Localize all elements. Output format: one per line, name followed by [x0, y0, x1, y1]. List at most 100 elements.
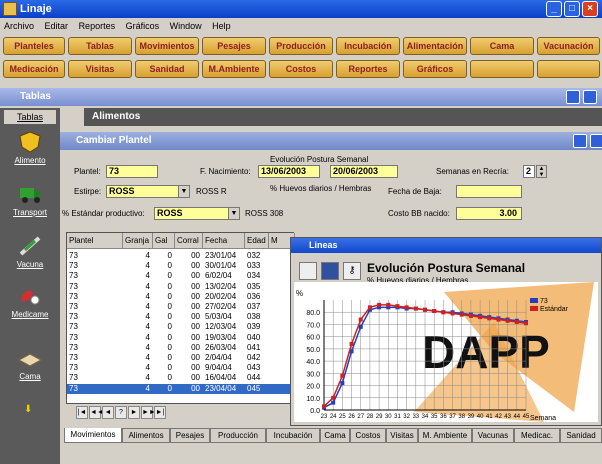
nav-button-3[interactable]: ? — [115, 406, 127, 419]
table-row[interactable]: 73 4 0 00 5/03/04 038 — [67, 312, 293, 322]
grid-header-2[interactable]: Gal — [153, 233, 175, 249]
grid-header-4[interactable]: Fecha — [203, 233, 245, 249]
movimientos-button[interactable]: Movimientos — [135, 37, 199, 55]
maximize-button[interactable]: □ — [564, 1, 580, 17]
table-cell: 00 — [191, 342, 200, 352]
tab-sanidad[interactable]: Sanidad — [560, 428, 602, 443]
menu-editar[interactable]: Editar — [45, 21, 69, 31]
costo-field[interactable]: 3.00 — [456, 207, 522, 220]
fnac-field[interactable]: 13/06/2003 — [258, 165, 320, 178]
table-row[interactable]: 73 4 0 00 19/03/04 040 — [67, 333, 293, 343]
estandar-combo[interactable]: ROSS ▼ — [154, 207, 240, 220]
table-row[interactable]: 73 4 0 00 23/01/04 032 — [67, 251, 293, 261]
grid-header-3[interactable]: Corral — [175, 233, 203, 249]
left-item-vacuna[interactable]: Vacuna — [0, 234, 60, 278]
left-item-alimento[interactable]: Alimento — [0, 130, 60, 174]
table-row[interactable]: 73 4 0 00 16/04/04 044 — [67, 373, 293, 383]
nav-button-6[interactable]: ►| — [154, 406, 166, 419]
empty-button-1[interactable] — [470, 60, 534, 78]
tab-movimientos[interactable]: Movimientos — [64, 428, 122, 443]
graficos-button[interactable]: Gráficos — [403, 60, 467, 78]
grid-header-5[interactable]: Edad — [245, 233, 269, 249]
nav-button-2[interactable]: ◄ — [102, 406, 114, 419]
alimentacion-button[interactable]: Alimentación — [403, 37, 467, 55]
tab-visitas[interactable]: Visitas — [386, 428, 418, 443]
planteles-button[interactable]: Planteles — [3, 37, 65, 55]
sanidad-button[interactable]: Sanidad — [135, 60, 199, 78]
table-cell: 16/04/04 — [205, 373, 237, 383]
left-item-transport[interactable]: Transport — [0, 182, 60, 226]
tablas-tab[interactable]: Tablas — [4, 110, 56, 124]
chevron-down-icon[interactable]: ▼ — [178, 186, 189, 197]
left-item-cama[interactable]: Cama — [0, 346, 60, 390]
tab-vacunas[interactable]: Vacunas — [472, 428, 514, 443]
plantel-field[interactable]: 73 — [106, 165, 158, 178]
table-row[interactable]: 73 4 0 00 20/02/04 036 — [67, 292, 293, 302]
chevron-down-icon[interactable]: ▼ — [228, 208, 239, 219]
table-row[interactable]: 73 4 0 00 30/01/04 033 — [67, 261, 293, 271]
tab-costos[interactable]: Costos — [350, 428, 386, 443]
m-ambiente-button[interactable]: M.Ambiente — [202, 60, 266, 78]
table-cell: 73 — [69, 271, 78, 281]
scroll-down-arrow-icon[interactable]: ⬇ — [24, 404, 32, 415]
medicacion-button[interactable]: Medicación — [3, 60, 65, 78]
tab-medicac-[interactable]: Medicac. — [514, 428, 560, 443]
cp-maximize-button[interactable] — [590, 134, 602, 148]
menu-help[interactable]: Help — [212, 21, 231, 31]
grid-header-0[interactable]: Plantel — [67, 233, 123, 249]
produccion-button[interactable]: Producción — [269, 37, 333, 55]
semanas-spinner-icon[interactable]: ▲ ▼ — [536, 165, 547, 178]
table-cell: 00 — [191, 302, 200, 311]
empty-button-2[interactable] — [537, 60, 600, 78]
fnac2-field[interactable]: 20/06/2003 — [330, 165, 398, 178]
tablas-minimize-button[interactable] — [566, 90, 580, 104]
table-row[interactable]: 73 4 0 00 9/04/04 043 — [67, 363, 293, 373]
table-row[interactable]: 73 4 0 00 6/02/04 034 — [67, 271, 293, 281]
table-row[interactable]: 73 4 0 00 12/03/04 039 — [67, 322, 293, 332]
semanas-field[interactable]: 2 — [523, 165, 535, 178]
estirpe-combo[interactable]: ROSS ▼ — [106, 185, 190, 198]
tab-cama[interactable]: Cama — [320, 428, 350, 443]
key-icon[interactable]: ⚷ — [343, 262, 361, 280]
tablas-maximize-button[interactable] — [583, 90, 597, 104]
series-point-1 — [524, 321, 528, 326]
costos-button[interactable]: Costos — [269, 60, 333, 78]
menu-reportes[interactable]: Reportes — [79, 21, 116, 31]
incubacion-button[interactable]: Incubación — [336, 37, 400, 55]
close-button[interactable]: × — [582, 1, 598, 17]
menu-archivo[interactable]: Archivo — [4, 21, 34, 31]
vacunacion-button[interactable]: Vacunación — [537, 37, 600, 55]
tab-pesajes[interactable]: Pesajes — [170, 428, 210, 443]
left-item-medicamento[interactable]: Medicame — [0, 284, 60, 328]
menu-window[interactable]: Window — [170, 21, 202, 31]
table-row[interactable]: 73 4 0 00 27/02/04 037 — [67, 302, 293, 312]
tab-producci-n[interactable]: Producción — [210, 428, 266, 443]
table-row[interactable]: 73 4 0 00 23/04/04 045 — [67, 383, 293, 394]
visitas-button[interactable]: Visitas — [68, 60, 132, 78]
postura-chart: DAPP 0.0 10.0 20.0 30.0 40.0 50.0 60.0 70.0 80.0 2… — [294, 282, 598, 422]
tablas-button[interactable]: Tablas — [68, 37, 132, 55]
nav-button-1[interactable]: ◄◄ — [89, 406, 104, 419]
tab-m-ambiente[interactable]: M. Ambiente — [418, 428, 472, 443]
table-row[interactable]: 73 4 0 00 26/03/04 041 — [67, 343, 293, 353]
toolbar-row-2: Medicación Visitas Sanidad M.Ambiente Co… — [0, 58, 602, 80]
cp-minimize-button[interactable] — [573, 134, 587, 148]
menu-graficos[interactable]: Gráficos — [126, 21, 160, 31]
pesajes-button[interactable]: Pesajes — [202, 37, 266, 55]
reportes-button[interactable]: Reportes — [336, 60, 400, 78]
left-item-label: Alimento — [14, 156, 46, 165]
nav-button-4[interactable]: ► — [128, 406, 140, 419]
minimize-button[interactable]: _ — [546, 1, 562, 17]
nav-button-5[interactable]: ►► — [141, 406, 156, 419]
x-tick-label: 34 — [422, 414, 429, 420]
nav-button-0[interactable]: |◄ — [76, 406, 88, 419]
table-row[interactable]: 73 4 0 00 2/04/04 042 — [67, 353, 293, 363]
cama-button[interactable]: Cama — [470, 37, 534, 55]
fecha-baja-field[interactable] — [456, 185, 522, 198]
save-icon[interactable] — [321, 262, 339, 280]
print-icon[interactable] — [299, 262, 317, 280]
grid-header-1[interactable]: Granja — [123, 233, 153, 249]
table-row[interactable]: 73 4 0 00 13/02/04 035 — [67, 282, 293, 292]
tab-incubaci-n[interactable]: Incubación — [266, 428, 320, 443]
tab-alimentos[interactable]: Alimentos — [122, 428, 170, 443]
